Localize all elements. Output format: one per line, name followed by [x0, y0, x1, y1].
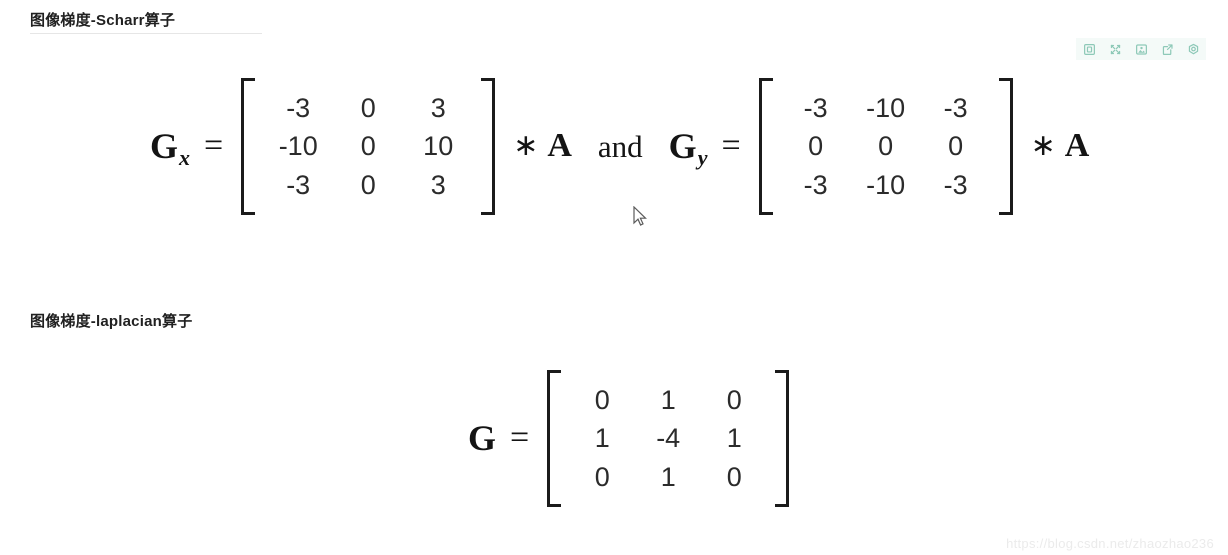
bracket-right	[773, 370, 790, 507]
save-icon	[1083, 43, 1096, 56]
matrix-cell: -10	[866, 93, 906, 123]
matrix-cell: 1	[594, 423, 610, 454]
fullscreen-button[interactable]	[1102, 38, 1128, 60]
section-heading-laplacian: 图像梯度-laplacian算子	[30, 313, 193, 330]
bracket-left	[547, 370, 563, 507]
matrix-cell: -3	[286, 169, 311, 200]
matrix-cell: 0	[726, 461, 742, 492]
bracket-right	[479, 78, 496, 215]
scharr-formula: Gx = -3 0 3 -10 0 10 -3 0 3 ∗ A and Gy =…	[150, 78, 1089, 215]
image-toolbar[interactable]	[1076, 38, 1206, 60]
share-icon	[1161, 43, 1174, 56]
image-icon	[1135, 43, 1148, 56]
matrix-cell: -10	[278, 131, 318, 162]
watermark: https://blog.csdn.net/zhaozhao236	[1006, 536, 1214, 551]
gy-equals: =	[721, 127, 741, 165]
matrix-cell: 0	[878, 131, 894, 162]
matrix-cell: 0	[594, 461, 610, 492]
settings-button[interactable]	[1180, 38, 1206, 60]
matrix-cell: 0	[360, 131, 376, 162]
matrix-cell: -3	[943, 93, 968, 123]
matrix-cell: 0	[360, 93, 376, 123]
matrix-cell: -10	[866, 169, 906, 200]
bracket-left	[758, 78, 775, 215]
bracket-left	[241, 78, 257, 215]
matrix-cell: -4	[656, 423, 681, 454]
matrix-cell: -3	[286, 93, 311, 123]
matrix-cell: 10	[423, 131, 454, 162]
matrix-cell: 0	[948, 131, 964, 162]
gx-equals: =	[204, 127, 224, 165]
matrix-cell: -3	[803, 93, 828, 123]
matrix-gy: -3 -10 -3 0 0 0 -3 -10 -3	[758, 78, 1013, 215]
gx-convolution-star: ∗	[513, 129, 539, 163]
bracket-right	[997, 78, 1013, 215]
section-heading-scharr: 图像梯度-Scharr算子	[30, 12, 176, 29]
matrix-cell: 1	[726, 423, 742, 454]
matrix-laplacian: 0 1 0 1 -4 1 0 1 0	[547, 370, 790, 507]
matrix-cell: 0	[360, 169, 376, 200]
fullscreen-icon	[1109, 43, 1122, 56]
matrix-cell: 1	[660, 385, 676, 415]
gy-operand-a: A	[1064, 127, 1090, 165]
share-button[interactable]	[1154, 38, 1180, 60]
matrix-cell: 0	[808, 131, 824, 162]
image-button[interactable]	[1128, 38, 1154, 60]
g-label: G	[468, 418, 497, 459]
conjunction-and: and	[597, 128, 643, 164]
laplacian-formula: G = 0 1 0 1 -4 1 0 1 0	[468, 370, 790, 507]
settings-icon	[1187, 43, 1200, 56]
matrix-cell: 3	[430, 169, 446, 200]
heading-divider	[30, 33, 262, 34]
matrix-cell: 0	[726, 385, 742, 415]
matrix-cell: -3	[943, 169, 968, 200]
matrix-gx: -3 0 3 -10 0 10 -3 0 3	[241, 78, 496, 215]
matrix-cell: 1	[660, 461, 676, 492]
matrix-cell: 0	[594, 385, 610, 415]
g-equals: =	[510, 419, 530, 457]
gy-convolution-star: ∗	[1030, 129, 1056, 163]
matrix-cell: -3	[803, 169, 828, 200]
gx-label: Gx	[150, 126, 191, 171]
gx-operand-a: A	[547, 127, 572, 165]
gy-label: Gy	[668, 126, 708, 171]
matrix-cell: 3	[430, 93, 446, 123]
save-button[interactable]	[1076, 38, 1102, 60]
